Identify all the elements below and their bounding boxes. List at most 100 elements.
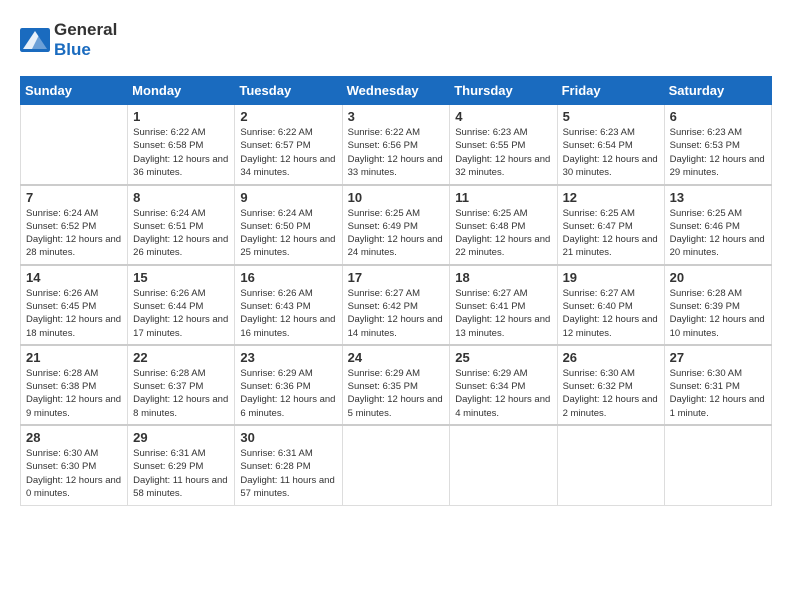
calendar-cell: 23 Sunrise: 6:29 AMSunset: 6:36 PMDayligh…: [235, 345, 342, 425]
day-header-friday: Friday: [557, 77, 664, 105]
day-number: 22: [133, 350, 229, 365]
calendar-cell: 7 Sunrise: 6:24 AMSunset: 6:52 PMDaylight…: [21, 185, 128, 265]
calendar-cell: 20 Sunrise: 6:28 AMSunset: 6:39 PMDayligh…: [664, 265, 771, 345]
calendar-cell: 10 Sunrise: 6:25 AMSunset: 6:49 PMDayligh…: [342, 185, 450, 265]
calendar-cell: 19 Sunrise: 6:27 AMSunset: 6:40 PMDayligh…: [557, 265, 664, 345]
day-header-saturday: Saturday: [664, 77, 771, 105]
day-number: 20: [670, 270, 766, 285]
day-number: 6: [670, 109, 766, 124]
day-info: Sunrise: 6:29 AMSunset: 6:36 PMDaylight:…: [240, 367, 336, 420]
day-number: 25: [455, 350, 551, 365]
logo-blue-text: Blue: [54, 40, 91, 59]
calendar-table: SundayMondayTuesdayWednesdayThursdayFrid…: [20, 76, 772, 506]
day-info: Sunrise: 6:25 AMSunset: 6:49 PMDaylight:…: [348, 207, 445, 260]
day-info: Sunrise: 6:23 AMSunset: 6:55 PMDaylight:…: [455, 126, 551, 179]
calendar-cell: 15 Sunrise: 6:26 AMSunset: 6:44 PMDayligh…: [128, 265, 235, 345]
calendar-cell: 26Sunrise: 6:30 AMSunset: 6:32 PMDayligh…: [557, 345, 664, 425]
day-header-tuesday: Tuesday: [235, 77, 342, 105]
day-number: 10: [348, 190, 445, 205]
calendar-cell: 27 Sunrise: 6:30 AMSunset: 6:31 PMDayligh…: [664, 345, 771, 425]
calendar-cell: 8Sunrise: 6:24 AMSunset: 6:51 PMDaylight…: [128, 185, 235, 265]
day-number: 24: [348, 350, 445, 365]
day-info: Sunrise: 6:22 AMSunset: 6:56 PMDaylight:…: [348, 126, 445, 179]
calendar-cell: 14 Sunrise: 6:26 AMSunset: 6:45 PMDayligh…: [21, 265, 128, 345]
day-number: 15: [133, 270, 229, 285]
calendar-cell: 30Sunrise: 6:31 AMSunset: 6:28 PMDayligh…: [235, 425, 342, 505]
calendar-cell: [450, 425, 557, 505]
calendar-cell: [557, 425, 664, 505]
day-number: 19: [563, 270, 659, 285]
day-info: Sunrise: 6:27 AMSunset: 6:42 PMDaylight:…: [348, 287, 445, 340]
day-number: 11: [455, 190, 551, 205]
day-info: Sunrise: 6:31 AMSunset: 6:28 PMDaylight:…: [240, 447, 336, 500]
day-info: Sunrise: 6:31 AMSunset: 6:29 PMDaylight:…: [133, 447, 229, 500]
logo-icon: [20, 28, 50, 52]
calendar-week-row: 1 Sunrise: 6:22 AMSunset: 6:58 PMDaylight…: [21, 105, 772, 185]
day-info: Sunrise: 6:27 AMSunset: 6:40 PMDaylight:…: [563, 287, 659, 340]
day-info: Sunrise: 6:30 AMSunset: 6:31 PMDaylight:…: [670, 367, 766, 420]
day-info: Sunrise: 6:27 AMSunset: 6:41 PMDaylight:…: [455, 287, 551, 340]
day-info: Sunrise: 6:26 AMSunset: 6:43 PMDaylight:…: [240, 287, 336, 340]
day-info: Sunrise: 6:25 AMSunset: 6:47 PMDaylight:…: [563, 207, 659, 260]
day-number: 21: [26, 350, 122, 365]
day-info: Sunrise: 6:28 AMSunset: 6:37 PMDaylight:…: [133, 367, 229, 420]
calendar-cell: 6Sunrise: 6:23 AMSunset: 6:53 PMDaylight…: [664, 105, 771, 185]
day-info: Sunrise: 6:25 AMSunset: 6:48 PMDaylight:…: [455, 207, 551, 260]
calendar-cell: [664, 425, 771, 505]
calendar-cell: 28 Sunrise: 6:30 AMSunset: 6:30 PMDayligh…: [21, 425, 128, 505]
day-info: Sunrise: 6:24 AMSunset: 6:50 PMDaylight:…: [240, 207, 336, 260]
day-info: Sunrise: 6:22 AMSunset: 6:58 PMDaylight:…: [133, 126, 229, 179]
day-info: Sunrise: 6:24 AMSunset: 6:52 PMDaylight:…: [26, 207, 122, 260]
day-header-monday: Monday: [128, 77, 235, 105]
calendar-week-row: 14 Sunrise: 6:26 AMSunset: 6:45 PMDayligh…: [21, 265, 772, 345]
day-number: 5: [563, 109, 659, 124]
calendar-cell: 22 Sunrise: 6:28 AMSunset: 6:37 PMDayligh…: [128, 345, 235, 425]
calendar-week-row: 21Sunrise: 6:28 AMSunset: 6:38 PMDayligh…: [21, 345, 772, 425]
calendar-cell: 25 Sunrise: 6:29 AMSunset: 6:34 PMDayligh…: [450, 345, 557, 425]
day-number: 23: [240, 350, 336, 365]
day-number: 3: [348, 109, 445, 124]
calendar-cell: 13Sunrise: 6:25 AMSunset: 6:46 PMDayligh…: [664, 185, 771, 265]
calendar-cell: 4 Sunrise: 6:23 AMSunset: 6:55 PMDaylight…: [450, 105, 557, 185]
day-info: Sunrise: 6:29 AMSunset: 6:35 PMDaylight:…: [348, 367, 445, 420]
day-number: 8: [133, 190, 229, 205]
calendar-cell: 1 Sunrise: 6:22 AMSunset: 6:58 PMDaylight…: [128, 105, 235, 185]
day-info: Sunrise: 6:28 AMSunset: 6:39 PMDaylight:…: [670, 287, 766, 340]
day-info: Sunrise: 6:30 AMSunset: 6:30 PMDaylight:…: [26, 447, 122, 500]
day-number: 28: [26, 430, 122, 445]
calendar-cell: 11 Sunrise: 6:25 AMSunset: 6:48 PMDayligh…: [450, 185, 557, 265]
logo: General Blue: [20, 20, 117, 60]
day-info: Sunrise: 6:23 AMSunset: 6:54 PMDaylight:…: [563, 126, 659, 179]
calendar-cell: [21, 105, 128, 185]
day-info: Sunrise: 6:22 AMSunset: 6:57 PMDaylight:…: [240, 126, 336, 179]
day-info: Sunrise: 6:25 AMSunset: 6:46 PMDaylight:…: [670, 207, 766, 260]
day-number: 7: [26, 190, 122, 205]
day-header-thursday: Thursday: [450, 77, 557, 105]
day-number: 27: [670, 350, 766, 365]
calendar-cell: 17 Sunrise: 6:27 AMSunset: 6:42 PMDayligh…: [342, 265, 450, 345]
day-info: Sunrise: 6:26 AMSunset: 6:45 PMDaylight:…: [26, 287, 122, 340]
logo-general-text: General: [54, 20, 117, 39]
day-number: 17: [348, 270, 445, 285]
calendar-header-row: SundayMondayTuesdayWednesdayThursdayFrid…: [21, 77, 772, 105]
calendar-cell: 9 Sunrise: 6:24 AMSunset: 6:50 PMDaylight…: [235, 185, 342, 265]
day-header-wednesday: Wednesday: [342, 77, 450, 105]
calendar-cell: 3 Sunrise: 6:22 AMSunset: 6:56 PMDaylight…: [342, 105, 450, 185]
day-info: Sunrise: 6:29 AMSunset: 6:34 PMDaylight:…: [455, 367, 551, 420]
calendar-cell: 18Sunrise: 6:27 AMSunset: 6:41 PMDayligh…: [450, 265, 557, 345]
day-number: 14: [26, 270, 122, 285]
calendar-cell: 5 Sunrise: 6:23 AMSunset: 6:54 PMDaylight…: [557, 105, 664, 185]
day-number: 4: [455, 109, 551, 124]
calendar-cell: 16 Sunrise: 6:26 AMSunset: 6:43 PMDayligh…: [235, 265, 342, 345]
day-number: 1: [133, 109, 229, 124]
day-number: 29: [133, 430, 229, 445]
calendar-week-row: 7 Sunrise: 6:24 AMSunset: 6:52 PMDaylight…: [21, 185, 772, 265]
day-info: Sunrise: 6:26 AMSunset: 6:44 PMDaylight:…: [133, 287, 229, 340]
calendar-cell: 12Sunrise: 6:25 AMSunset: 6:47 PMDayligh…: [557, 185, 664, 265]
calendar-week-row: 28 Sunrise: 6:30 AMSunset: 6:30 PMDayligh…: [21, 425, 772, 505]
day-number: 26: [563, 350, 659, 365]
day-number: 9: [240, 190, 336, 205]
page-header: General Blue: [20, 20, 772, 60]
day-number: 16: [240, 270, 336, 285]
calendar-cell: 21Sunrise: 6:28 AMSunset: 6:38 PMDayligh…: [21, 345, 128, 425]
